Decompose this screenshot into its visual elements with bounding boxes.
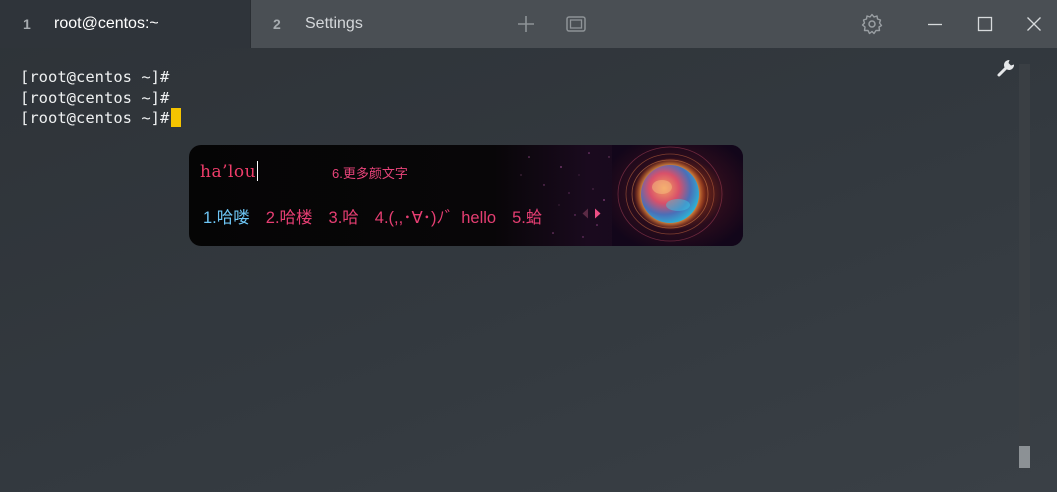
tab-label: Settings — [305, 15, 363, 32]
terminal-window: 1 root@centos:~ 2 Settings [root@centos … — [0, 0, 1057, 492]
prompt-line: [root@centos ~]# — [20, 88, 170, 107]
page-arrows — [582, 208, 601, 219]
candidate-item[interactable]: 3.哈 — [329, 204, 359, 228]
prev-page-icon[interactable] — [582, 208, 589, 219]
candidate-item[interactable]: 2.哈楼 — [266, 204, 313, 228]
ime-composition-input: ha’lou — [200, 161, 259, 182]
tab-number: 1 — [23, 16, 31, 32]
plus-icon[interactable] — [514, 12, 538, 36]
minimize-icon[interactable] — [923, 12, 947, 36]
candidate-item[interactable]: 5.蛤 — [512, 204, 542, 228]
moon-image — [612, 145, 743, 246]
gear-icon[interactable] — [860, 12, 884, 36]
close-icon[interactable] — [1022, 12, 1046, 36]
title-bar: 1 root@centos:~ 2 Settings — [0, 0, 1057, 48]
tab-number: 2 — [273, 16, 281, 32]
prompt-line: [root@centos ~]# — [20, 108, 182, 129]
maximize-icon[interactable] — [973, 12, 997, 36]
terminal-output[interactable]: [root@centos ~]# [root@centos ~]# [root@… — [20, 67, 182, 129]
scrollbar-thumb[interactable] — [1019, 446, 1030, 468]
more-kaomoji-option[interactable]: 6.更多颜文字 — [332, 163, 408, 182]
wrench-icon[interactable] — [996, 58, 1016, 78]
prompt-text: [root@centos ~]# — [20, 109, 170, 127]
ime-candidate-panel: ha’lou 6.更多颜文字 1.哈喽 2.哈楼 3.哈 4.(,,･∀･)ﾉ゛… — [189, 145, 743, 246]
new-window-icon[interactable] — [564, 12, 588, 36]
ime-caret — [257, 161, 259, 181]
scrollbar-track[interactable] — [1019, 64, 1030, 469]
tab-root-centos[interactable]: 1 root@centos:~ — [0, 0, 251, 48]
candidate-item[interactable]: 4.(,,･∀･)ﾉ゛hello — [375, 204, 496, 228]
tab-settings[interactable]: 2 Settings — [251, 0, 501, 48]
prompt-line: [root@centos ~]# — [20, 68, 170, 86]
candidate-list: 1.哈喽 2.哈楼 3.哈 4.(,,･∀･)ﾉ゛hello 5.蛤 — [203, 204, 558, 228]
tab-label: root@centos:~ — [54, 15, 159, 32]
ime-pinyin: ha’lou — [200, 162, 257, 182]
terminal-cursor — [171, 108, 182, 127]
candidate-item[interactable]: 1.哈喽 — [203, 204, 250, 228]
next-page-icon[interactable] — [594, 208, 601, 219]
